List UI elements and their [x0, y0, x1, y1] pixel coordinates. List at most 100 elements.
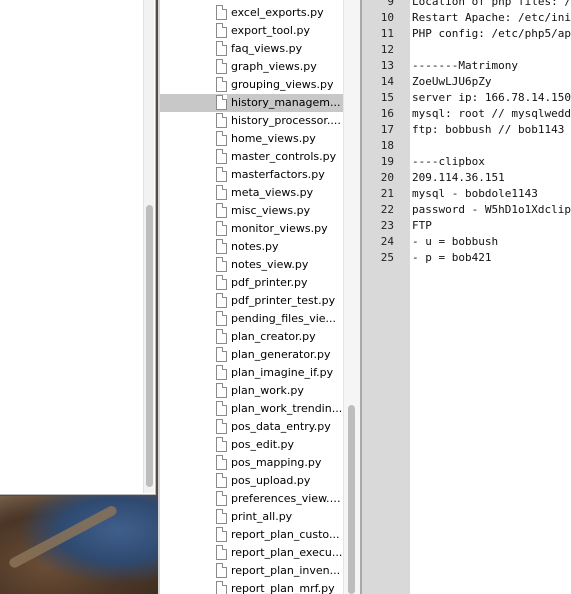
document-icon — [216, 527, 227, 542]
background-window-scroll-thumb[interactable] — [146, 205, 153, 487]
document-icon — [216, 455, 227, 470]
document-icon — [216, 365, 227, 380]
file-list-item[interactable]: export_tool.py — [160, 22, 343, 40]
document-icon — [216, 383, 227, 398]
line-number-gutter: 9 10 11 12 13 14 15 16 17 18 19 20 21 22 23 24 25 — [360, 0, 410, 594]
line-number: 16 — [380, 107, 394, 120]
document-icon — [216, 185, 227, 200]
document-icon — [216, 95, 227, 110]
file-name-label: masterfactors.py — [231, 168, 325, 181]
code-line[interactable]: Restart Apache: /etc/init.d/apache2 — [412, 10, 571, 26]
file-name-label: notes_view.py — [231, 258, 309, 271]
code-line[interactable]: 209.114.36.151 — [412, 170, 505, 186]
file-name-label: plan_work_trendin... — [231, 402, 343, 415]
document-icon — [216, 5, 227, 20]
file-name-label: graph_views.py — [231, 60, 317, 73]
document-icon — [216, 293, 227, 308]
file-list-item[interactable]: pos_upload.py — [160, 472, 343, 490]
line-number: 18 — [380, 139, 394, 152]
code-line[interactable]: - u = bobbush — [412, 234, 498, 250]
line-number: 15 — [380, 91, 394, 104]
line-number: 22 — [380, 203, 394, 216]
document-icon — [216, 23, 227, 38]
file-list-item[interactable]: meta_views.py — [160, 184, 343, 202]
file-list-item[interactable]: print_all.py — [160, 508, 343, 526]
document-icon — [216, 149, 227, 164]
line-number: 9 — [387, 0, 394, 8]
file-list-item[interactable]: misc_views.py — [160, 202, 343, 220]
file-list-item[interactable]: faq_views.py — [160, 40, 343, 58]
file-list-item[interactable]: plan_generator.py — [160, 346, 343, 364]
file-list-item[interactable]: preferences_view.py — [160, 490, 343, 508]
file-name-label: misc_views.py — [231, 204, 311, 217]
file-list-item[interactable]: report_plan_execu... — [160, 544, 343, 562]
file-name-label: history_managem... — [231, 96, 341, 109]
code-line[interactable]: mysql: root // mysqlwedding — [412, 106, 571, 122]
file-name-label: grouping_views.py — [231, 78, 334, 91]
file-name-label: preferences_view.py — [231, 492, 343, 505]
code-line[interactable]: ZoeUwLJU6pZy — [412, 74, 491, 90]
file-list-item[interactable]: pdf_printer.py — [160, 274, 343, 292]
desktop-wallpaper-photo — [0, 496, 158, 594]
line-number: 11 — [380, 27, 394, 40]
file-list-item[interactable]: history_processor.... — [160, 112, 343, 130]
background-window[interactable] — [0, 0, 156, 495]
file-browser-scroll-thumb[interactable] — [348, 405, 355, 594]
line-number: 19 — [380, 155, 394, 168]
code-line[interactable]: - p = bob421 — [412, 250, 491, 266]
text-editor[interactable]: Location of php files: /var/wwwRestart A… — [410, 0, 571, 594]
document-icon — [216, 581, 227, 594]
file-list-item[interactable]: masterfactors.py — [160, 166, 343, 184]
file-list-item[interactable]: pos_mapping.py — [160, 454, 343, 472]
file-name-label: report_plan_inven... — [231, 564, 341, 577]
file-list-item[interactable]: pending_files_vie... — [160, 310, 343, 328]
file-list-item[interactable]: graph_views.py — [160, 58, 343, 76]
file-name-label: plan_generator.py — [231, 348, 331, 361]
document-icon — [216, 221, 227, 236]
file-name-label: report_plan_execu... — [231, 546, 343, 559]
file-list-item[interactable]: plan_imagine_if.py — [160, 364, 343, 382]
code-line[interactable]: -------Matrimony — [412, 58, 518, 74]
document-icon — [216, 347, 227, 362]
file-list-item[interactable]: plan_work.py — [160, 382, 343, 400]
code-line[interactable]: server ip: 166.78.14.150 — [412, 90, 571, 106]
file-list-item[interactable]: history_managem... — [160, 94, 343, 112]
file-list-item[interactable]: notes_view.py — [160, 256, 343, 274]
code-line[interactable]: PHP config: /etc/php5/apache2 — [412, 26, 571, 42]
background-window-area — [0, 0, 158, 594]
code-line[interactable]: Location of php files: /var/www — [412, 0, 571, 10]
file-name-label: pos_mapping.py — [231, 456, 322, 469]
file-list-item[interactable]: plan_work_trendin... — [160, 400, 343, 418]
file-name-label: report_plan_custo... — [231, 528, 340, 541]
code-line[interactable]: ----clipbox — [412, 154, 485, 170]
line-number: 14 — [380, 75, 394, 88]
file-list-item[interactable]: plan_creator.py — [160, 328, 343, 346]
file-list-item[interactable]: pdf_printer_test.py — [160, 292, 343, 310]
code-line[interactable]: mysql - bobdole1143 — [412, 186, 538, 202]
file-list-item[interactable]: pos_data_entry.py — [160, 418, 343, 436]
file-list-item[interactable]: notes.py — [160, 238, 343, 256]
file-name-label: pos_data_entry.py — [231, 420, 331, 433]
line-number: 13 — [380, 59, 394, 72]
document-icon — [216, 401, 227, 416]
code-line[interactable]: password - W5hD1o1Xdclipbox — [412, 202, 571, 218]
document-icon — [216, 545, 227, 560]
file-list-item[interactable]: home_views.py — [160, 130, 343, 148]
document-icon — [216, 59, 227, 74]
file-list-item[interactable]: excel_exports.py — [160, 4, 343, 22]
file-list-item[interactable]: report_plan_inven... — [160, 562, 343, 580]
file-list-item[interactable]: pos_edit.py — [160, 436, 343, 454]
file-list-item[interactable]: report_plan_mrf.py — [160, 580, 343, 594]
code-line[interactable]: FTP — [412, 218, 432, 234]
file-list-item[interactable]: report_plan_custo... — [160, 526, 343, 544]
code-line[interactable]: ftp: bobbush // bob1143 — [412, 122, 564, 138]
line-number: 10 — [380, 11, 394, 24]
file-list-item[interactable]: grouping_views.py — [160, 76, 343, 94]
file-list-item[interactable]: monitor_views.py — [160, 220, 343, 238]
file-name-label: notes.py — [231, 240, 279, 253]
file-name-label: pdf_printer.py — [231, 276, 308, 289]
file-name-label: pos_edit.py — [231, 438, 295, 451]
file-name-label: pdf_printer_test.py — [231, 294, 336, 307]
file-name-label: meta_views.py — [231, 186, 314, 199]
file-list-item[interactable]: master_controls.py — [160, 148, 343, 166]
